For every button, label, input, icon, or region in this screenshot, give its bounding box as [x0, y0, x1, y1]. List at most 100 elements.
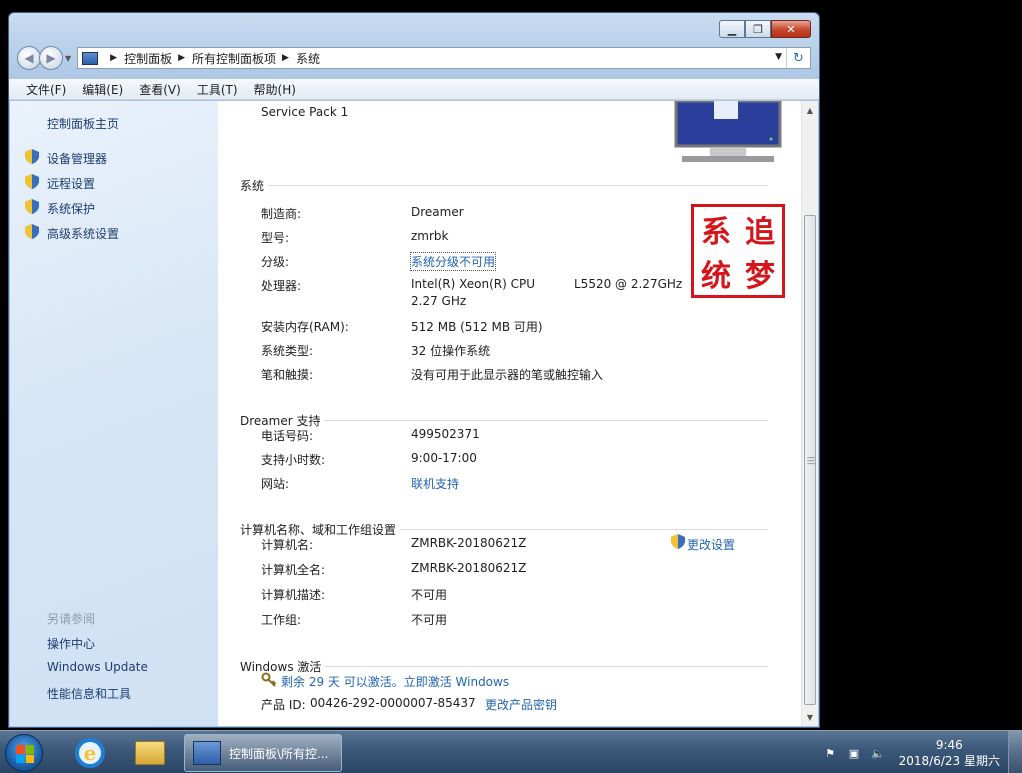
divider: [400, 528, 768, 530]
windows-logo-icon: [16, 745, 34, 763]
processor-speed: 2.27 GHz: [411, 294, 467, 308]
rating-link[interactable]: 系统分级不可用: [409, 252, 497, 271]
volume-muted-icon[interactable]: 🔈: [870, 746, 886, 760]
workgroup-label: 工作组:: [261, 613, 302, 627]
windows-monitor-icon: [674, 101, 782, 162]
scroll-up-icon[interactable]: ▲: [802, 102, 818, 118]
control-panel-task-button[interactable]: 控制面板\所有控...: [184, 734, 342, 772]
seal-char: 梦: [745, 259, 775, 294]
computer-name-value: ZMRBK-20180621Z: [411, 536, 527, 550]
system-clock[interactable]: 9:46 2018/6/23 星期六: [899, 737, 1000, 769]
section-title: 计算机名称、域和工作组设置: [240, 522, 397, 537]
close-button[interactable]: ✕: [771, 20, 811, 38]
section-title: Dreamer 支持: [240, 413, 321, 428]
manufacturer-value: Dreamer: [411, 205, 464, 219]
explorer-button[interactable]: [130, 735, 170, 771]
forward-button[interactable]: ▶: [39, 46, 63, 70]
website-label: 网站:: [261, 477, 290, 491]
back-arrow-icon: ◀: [24, 51, 34, 65]
internet-explorer-button[interactable]: e: [70, 735, 110, 771]
maximize-button[interactable]: ❐: [745, 20, 771, 38]
client-area: 控制面板主页 设备管理器 远程设置 系统保护 高级系统设置 另请参阅 操作中心 …: [10, 101, 818, 726]
rating-label: 分级:: [261, 255, 290, 269]
address-bar[interactable]: ▶ 控制面板 ▶ 所有控制面板项 ▶ 系统 ▼ ↻: [77, 47, 811, 69]
remote-settings-link[interactable]: 远程设置: [47, 175, 95, 192]
breadcrumb-item[interactable]: 所有控制面板项 ▶: [192, 50, 296, 67]
processor-value: Intel(R) Xeon(R) CPU: [411, 277, 536, 291]
ram-value: 512 MB (512 MB 可用): [411, 320, 543, 334]
computer-name-section-header: 计算机名称、域和工作组设置: [240, 522, 768, 537]
uac-shield-icon: [25, 174, 39, 189]
navigation-bar: ◀ ▶ ▼ ▶ 控制面板 ▶ 所有控制面板项 ▶ 系统 ▼ ↻: [17, 45, 811, 71]
menu-file[interactable]: 文件(F): [26, 81, 66, 98]
menu-bar: 文件(F) 编辑(E) 查看(V) 工具(T) 帮助(H): [9, 78, 819, 100]
address-dropdown-icon[interactable]: ▼: [775, 52, 782, 62]
network-icon[interactable]: ▣: [846, 746, 862, 760]
caption-buttons: ▁ ❐ ✕: [719, 20, 811, 38]
breadcrumb-chevron-root-icon[interactable]: ▶: [104, 53, 124, 63]
change-product-key-link[interactable]: 更改产品密钥: [485, 696, 557, 713]
refresh-button[interactable]: ↻: [786, 48, 810, 68]
clock-time: 9:46: [935, 738, 963, 752]
clock-date: 2018/6/23 星期六: [898, 754, 1000, 768]
seal-char: 统: [701, 259, 731, 294]
activate-windows-link[interactable]: 剩余 29 天 可以激活。立即激活 Windows: [281, 673, 509, 690]
support-section-header: Dreamer 支持: [240, 413, 768, 428]
scrollbar-thumb[interactable]: — — —: [804, 215, 816, 705]
breadcrumb-label: 系统: [295, 51, 320, 66]
section-title: 系统: [240, 178, 265, 193]
device-manager-link[interactable]: 设备管理器: [47, 150, 107, 167]
system-type-value: 32 位操作系统: [411, 344, 491, 358]
breadcrumb-item[interactable]: 控制面板 ▶: [124, 50, 192, 67]
windows-update-link[interactable]: Windows Update: [47, 660, 148, 674]
breadcrumb-item[interactable]: 系统: [296, 50, 320, 67]
uac-shield-icon: [25, 149, 39, 164]
phone-label: 电话号码:: [261, 429, 314, 443]
show-desktop-button[interactable]: [1008, 731, 1022, 773]
computer-description-value: 不可用: [411, 588, 448, 602]
see-also-heading: 另请参阅: [47, 612, 96, 626]
product-id-value: 00426-292-0000007-85437: [310, 696, 476, 710]
product-id-label: 产品 ID:: [261, 698, 306, 712]
change-settings-link[interactable]: 更改设置: [687, 536, 735, 553]
menu-edit[interactable]: 编辑(E): [82, 81, 123, 98]
start-button[interactable]: [5, 734, 43, 772]
action-center-link[interactable]: 操作中心: [47, 635, 95, 652]
system-protection-link[interactable]: 系统保护: [47, 200, 95, 217]
online-support-link[interactable]: 联机支持: [411, 475, 459, 492]
menu-help[interactable]: 帮助(H): [254, 81, 296, 98]
recent-pages-chevron-icon[interactable]: ▼: [65, 54, 71, 63]
action-center-icon[interactable]: ⚑: [822, 746, 838, 760]
full-computer-name-label: 计算机全名:: [261, 563, 326, 577]
uac-shield-icon: [671, 534, 685, 549]
menu-view[interactable]: 查看(V): [139, 81, 181, 98]
folder-icon: [135, 741, 165, 765]
forward-arrow-icon: ▶: [46, 51, 56, 65]
minimize-button[interactable]: ▁: [719, 20, 745, 38]
uac-shield-icon: [25, 199, 39, 214]
uac-shield-icon: [25, 224, 39, 239]
chevron-right-icon[interactable]: ▶: [178, 53, 185, 63]
chevron-right-icon[interactable]: ▶: [282, 53, 289, 63]
support-hours-label: 支持小时数:: [261, 453, 326, 467]
menu-tools[interactable]: 工具(T): [197, 81, 238, 98]
taskbar: e 控制面板\所有控... ⚑ ▣ 🔈 9:46 2018/6/23 星期六: [0, 730, 1022, 773]
activation-key-icon: [261, 672, 277, 687]
full-computer-name-value: ZMRBK-20180621Z: [411, 561, 527, 575]
model-label: 型号:: [261, 231, 290, 245]
close-icon: ✕: [786, 22, 796, 36]
workgroup-value: 不可用: [411, 613, 448, 627]
system-section-header: 系统: [240, 178, 768, 193]
seal-char: 追: [745, 215, 775, 250]
performance-info-link[interactable]: 性能信息和工具: [47, 685, 131, 702]
advanced-system-settings-link[interactable]: 高级系统设置: [47, 225, 119, 242]
divider: [324, 419, 768, 421]
internet-explorer-icon: e: [75, 738, 105, 768]
task-label: 控制面板\所有控...: [229, 746, 329, 761]
control-panel-home-link[interactable]: 控制面板主页: [47, 115, 119, 132]
minimize-icon: ▁: [727, 22, 737, 36]
scroll-down-icon[interactable]: ▼: [802, 709, 818, 725]
control-panel-icon: [193, 741, 221, 765]
vertical-scrollbar[interactable]: ▲ — — — ▼: [801, 101, 818, 726]
back-button[interactable]: ◀: [17, 46, 41, 70]
